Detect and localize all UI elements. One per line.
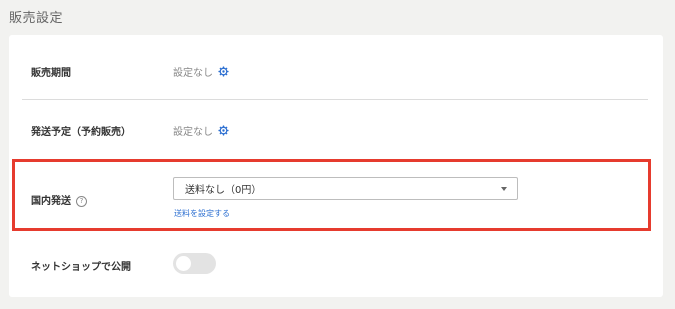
domestic-shipping-label: 国内発送 xyxy=(31,196,71,207)
set-shipping-fee-link[interactable]: 送料を設定する xyxy=(174,208,230,219)
sales-period-value: 設定なし xyxy=(173,68,213,79)
shipping-schedule-value-group[interactable]: 設定なし xyxy=(173,123,229,138)
shipping-schedule-label: 発送予定（予約販売） xyxy=(31,127,131,138)
toggle-knob xyxy=(176,256,191,271)
shipping-fee-selected: 送料なし（0円） xyxy=(185,185,262,196)
sales-period-label: 販売期間 xyxy=(31,68,71,79)
help-icon[interactable]: ? xyxy=(76,195,87,207)
gear-icon[interactable] xyxy=(218,66,229,77)
section-title: 販売設定 xyxy=(9,11,64,26)
chevron-down-icon xyxy=(501,186,507,191)
shipping-schedule-value: 設定なし xyxy=(173,127,213,138)
divider xyxy=(22,99,648,100)
gear-icon[interactable] xyxy=(218,125,229,136)
shipping-fee-select[interactable]: 送料なし（0円） xyxy=(173,177,518,200)
publish-netshop-toggle[interactable] xyxy=(173,253,216,274)
domestic-shipping-label-group: 国内発送? xyxy=(31,192,87,207)
sales-period-value-group[interactable]: 設定なし xyxy=(173,64,229,79)
publish-netshop-label: ネットショップで公開 xyxy=(31,262,131,273)
